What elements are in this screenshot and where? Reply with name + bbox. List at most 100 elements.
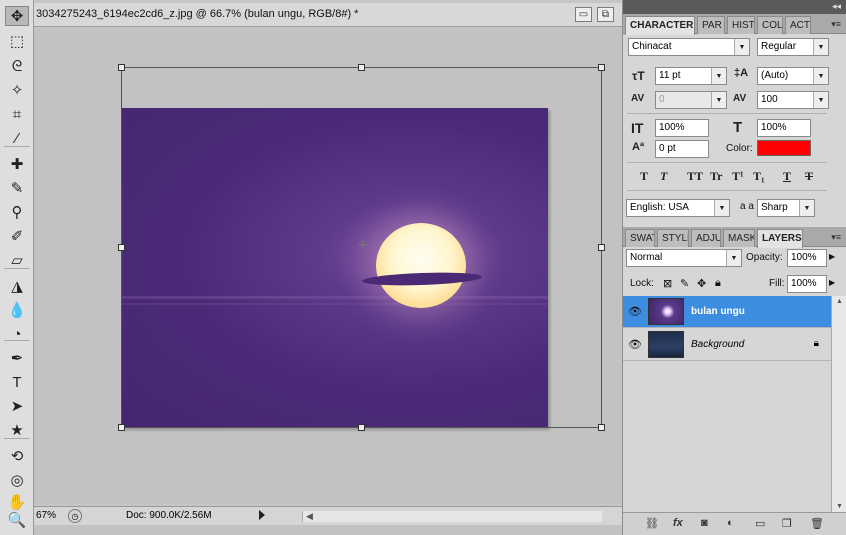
fx-icon[interactable]: fx: [673, 517, 683, 529]
panel-menu-icon[interactable]: ▾≡: [831, 232, 841, 243]
new-layer-icon[interactable]: ❐: [782, 517, 792, 530]
3d-rotate-tool-icon[interactable]: ⟲: [5, 446, 29, 466]
tab-adjustments[interactable]: ADJU: [691, 229, 721, 247]
transform-handle[interactable]: [118, 64, 125, 71]
move-tool-icon[interactable]: ✥: [5, 6, 29, 26]
tab-character[interactable]: CHARACTER: [625, 16, 695, 35]
add-mask-icon[interactable]: ◙: [701, 517, 708, 529]
layers-scrollbar[interactable]: ▲ ▼: [831, 296, 846, 512]
tab-history[interactable]: HIST: [727, 16, 755, 34]
clone-stamp-tool-icon[interactable]: ⚲: [5, 202, 29, 222]
tab-swatches[interactable]: SWAT: [625, 229, 655, 247]
status-menu-arrow-icon[interactable]: [259, 510, 265, 520]
history-brush-tool-icon[interactable]: ✐: [5, 226, 29, 246]
type-tool-icon[interactable]: T: [5, 372, 29, 392]
color-label: Color:: [726, 143, 753, 154]
brush-tool-icon[interactable]: ✎: [5, 178, 29, 198]
3d-orbit-tool-icon[interactable]: ◎: [5, 470, 29, 490]
canvas-area[interactable]: ✛: [34, 28, 622, 504]
fill-arrow-icon[interactable]: ▶: [829, 278, 835, 287]
horizontal-scrollbar[interactable]: ◀: [302, 511, 602, 522]
blur-tool-icon[interactable]: 💧: [5, 300, 29, 320]
path-selection-tool-icon[interactable]: ➤: [5, 396, 29, 416]
collapse-panels-icon[interactable]: ◂◂: [832, 1, 841, 12]
all-caps-button[interactable]: TT: [687, 169, 703, 184]
eraser-tool-icon[interactable]: ▱: [5, 250, 29, 270]
font-style-select[interactable]: Regular ▼: [757, 38, 829, 56]
zoom-level[interactable]: 67%: [36, 510, 56, 521]
restore-icon[interactable]: ⧉: [597, 7, 614, 22]
vertical-scale-field[interactable]: 100%: [655, 119, 709, 137]
transform-handle[interactable]: [118, 424, 125, 431]
crop-tool-icon[interactable]: ⌗: [5, 104, 29, 124]
new-group-icon[interactable]: ▭: [755, 517, 765, 530]
transform-handle[interactable]: [358, 424, 365, 431]
transform-handle[interactable]: [358, 64, 365, 71]
tracking-field[interactable]: 100 ▼: [757, 91, 829, 109]
tab-styles[interactable]: STYLE: [657, 229, 689, 247]
tab-color[interactable]: COL: [757, 16, 783, 34]
dodge-tool-icon[interactable]: ◔: [5, 324, 29, 344]
language-select[interactable]: English: USA ▼: [626, 199, 730, 217]
tab-layers[interactable]: LAYERS: [757, 229, 803, 248]
adjustment-layer-icon[interactable]: ◐: [727, 517, 734, 529]
lasso-tool-icon[interactable]: ᘓ: [5, 56, 29, 76]
subscript-button[interactable]: T₁: [753, 169, 765, 184]
fill-field[interactable]: 100%: [787, 275, 827, 293]
underline-button[interactable]: T: [783, 169, 791, 184]
antialias-select[interactable]: Sharp ▼: [757, 199, 815, 217]
kerning-field[interactable]: 0 ▼: [655, 91, 727, 109]
hand-tool-icon[interactable]: ✋: [5, 492, 29, 512]
transform-handle[interactable]: [598, 64, 605, 71]
lock-image-icon[interactable]: ✎: [680, 277, 689, 290]
transform-handle[interactable]: [598, 424, 605, 431]
text-color-swatch[interactable]: [757, 140, 811, 156]
tools-panel: ✥ ⬚ ᘓ ✧ ⌗ ⁄ ✚ ✎ ⚲ ✐ ▱ ◮ 💧 ◔ ✒ T ➤ ★ ⟲ ◎ ✋ 🔍: [0, 0, 34, 535]
faux-bold-button[interactable]: T: [640, 169, 648, 184]
font-size-field[interactable]: 11 pt ▼: [655, 67, 727, 85]
layer-name[interactable]: bulan ungu: [691, 306, 745, 317]
strikethrough-button[interactable]: T: [805, 169, 813, 184]
opacity-field[interactable]: 100%: [787, 249, 827, 267]
tab-actions[interactable]: ACT: [785, 16, 811, 34]
baseline-shift-field[interactable]: 0 pt: [655, 140, 709, 158]
blend-mode-select[interactable]: Normal ▼: [626, 249, 742, 267]
transform-center-icon[interactable]: ✛: [357, 239, 369, 251]
faux-italic-button[interactable]: T: [660, 169, 667, 184]
eye-icon[interactable]: 👁︎: [628, 305, 642, 318]
tab-paragraph[interactable]: PAR: [697, 16, 725, 34]
healing-brush-tool-icon[interactable]: ✚: [5, 154, 29, 174]
layer-row[interactable]: 👁︎ bulan ungu: [623, 296, 831, 328]
shape-tool-icon[interactable]: ★: [5, 420, 29, 440]
layer-thumbnail: [648, 331, 684, 358]
minimize-icon[interactable]: ▭: [575, 7, 592, 22]
lock-all-icon[interactable]: 🔒︎: [715, 277, 721, 290]
transform-handle[interactable]: [118, 244, 125, 251]
small-caps-button[interactable]: Tr: [710, 169, 722, 184]
font-family-select[interactable]: Chinacat ▼: [628, 38, 750, 56]
panel-menu-icon[interactable]: ▾≡: [831, 19, 841, 30]
transform-handle[interactable]: [598, 244, 605, 251]
lock-transparent-icon[interactable]: ⊠: [663, 277, 672, 290]
marquee-tool-icon[interactable]: ⬚: [5, 31, 29, 51]
layer-row[interactable]: 👁︎ Background 🔒︎: [623, 329, 831, 361]
paint-bucket-tool-icon[interactable]: ◮: [5, 276, 29, 296]
layer-name[interactable]: Background: [691, 339, 744, 350]
trash-icon[interactable]: 🗑︎: [810, 517, 824, 530]
opacity-arrow-icon[interactable]: ▶: [829, 252, 835, 261]
scroll-left-icon[interactable]: ◀: [306, 511, 313, 522]
horizontal-scale-field[interactable]: 100%: [757, 119, 811, 137]
pen-tool-icon[interactable]: ✒: [5, 348, 29, 368]
tab-masks[interactable]: MASK: [723, 229, 755, 247]
eyedropper-tool-icon[interactable]: ⁄: [5, 128, 29, 148]
magic-wand-tool-icon[interactable]: ✧: [5, 80, 29, 100]
leading-field[interactable]: (Auto) ▼: [757, 67, 829, 85]
zoom-tool-icon[interactable]: 🔍: [5, 510, 29, 530]
lock-position-icon[interactable]: ✥: [697, 277, 706, 290]
status-info-icon[interactable]: ◷: [68, 509, 82, 523]
eye-icon[interactable]: 👁︎: [628, 338, 642, 351]
superscript-button[interactable]: T¹: [732, 169, 744, 184]
link-layers-icon[interactable]: ⛓: [645, 517, 659, 530]
scroll-up-icon[interactable]: ▲: [836, 298, 843, 305]
scroll-down-icon[interactable]: ▼: [836, 503, 843, 510]
